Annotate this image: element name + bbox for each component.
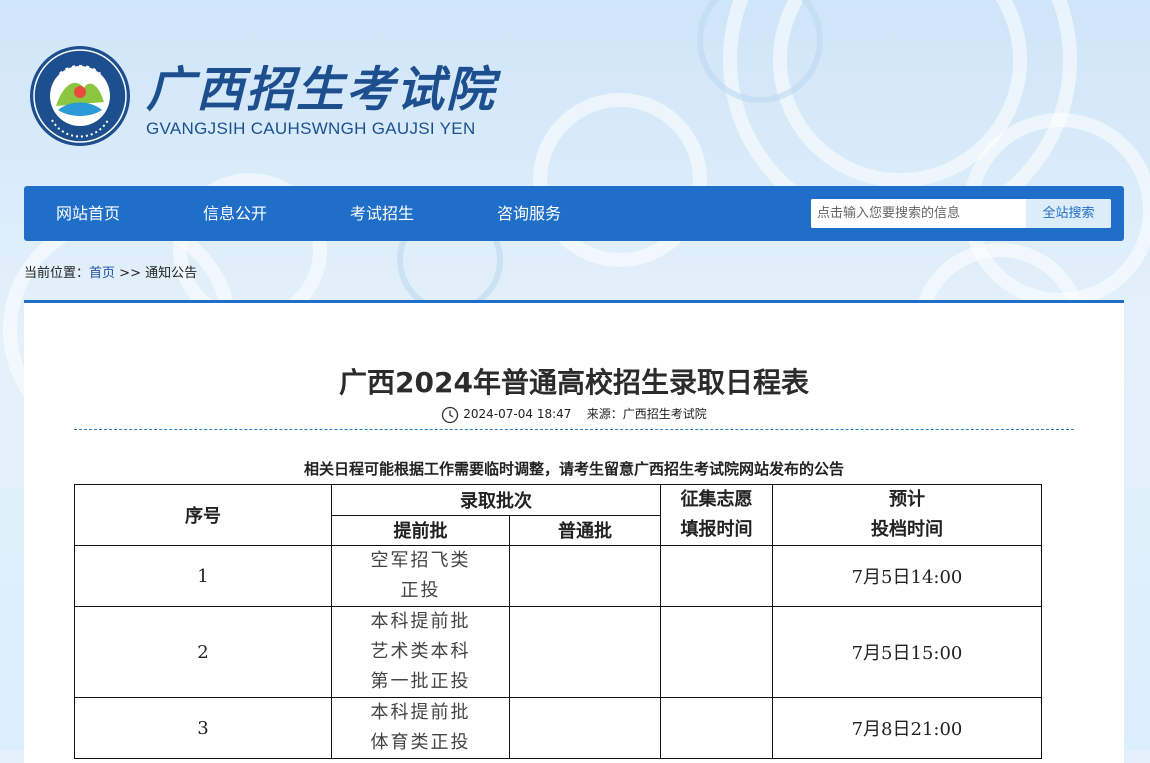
row-index: 1 [74,545,332,607]
admission-schedule-table: 序号 录取批次 征集志愿填报时间 预计投档时间 提前批 普通批 1 空军招飞类正… [74,484,1042,759]
header-index: 序号 [74,484,332,546]
search-button[interactable]: 全站搜索 [1026,199,1111,228]
main-nav: 网站首页 信息公开 考试招生 咨询服务 全站搜索 [24,186,1124,241]
breadcrumb-current: 通知公告 [145,266,198,281]
table-row: 1 空军招飞类正投 7月5日14:00 [74,545,1042,607]
row-solicit-time [660,606,773,698]
row-regular-batch [509,545,661,607]
row-solicit-time [660,545,773,607]
site-name-en: GVANGJSIH CAUHSWNGH GAUJSI YEN [146,119,476,138]
header-expected-time: 预计 投档时间 [772,484,1042,546]
row-regular-batch [509,697,661,759]
header-expected-line1: 预计 [889,489,925,510]
site-emblem-logo[interactable] [28,44,132,148]
header-solicit-line2: 填报时间 [680,519,753,540]
article-notice: 相关日程可能根据工作需要临时调整，请考生留意广西招生考试院网站发布的公告 [303,460,844,478]
header-regular-batch: 普通批 [509,514,661,546]
search-input[interactable] [811,199,1025,228]
article-panel: 广西2024年普通高校招生录取日程表 2024-07-04 18:47 来源：广… [24,300,1124,763]
table-row: 2 本科提前批艺术类本科第一批正投 7月5日15:00 [74,606,1042,698]
header-early-batch: 提前批 [331,514,510,546]
site-name-cn: 广西招生考试院 [146,62,497,118]
row-early-line: 本科提前批 [370,611,471,632]
title-divider [74,429,1074,430]
row-expected-time: 7月5日15:00 [772,606,1042,698]
header-solicit: 征集志愿 填报时间 [660,484,773,546]
nav-item-consulting[interactable]: 咨询服务 [497,186,561,241]
row-early-line: 空军招飞类 [370,550,471,571]
article-source: 来源：广西招生考试院 [586,407,707,421]
header-expected-line2: 投档时间 [871,519,943,540]
row-regular-batch [509,606,661,698]
nav-item-exams[interactable]: 考试招生 [350,186,414,241]
row-early-batch: 本科提前批艺术类本科第一批正投 [331,606,510,698]
row-early-line: 本科提前批 [370,702,471,723]
article-meta: 2024-07-04 18:47 来源：广西招生考试院 [24,405,1124,424]
row-solicit-time [660,697,773,759]
clock-icon [442,406,459,423]
row-expected-time: 7月8日21:00 [772,697,1042,759]
article-title: 广西2024年普通高校招生录取日程表 [339,366,809,399]
header-batch: 录取批次 [331,484,661,516]
row-index: 2 [74,606,332,698]
search-box: 全站搜索 [811,199,1111,228]
row-early-line: 体育类正投 [370,732,471,753]
row-expected-time: 7月5日14:00 [772,545,1042,607]
row-early-line: 正投 [400,580,441,601]
row-early-line: 第一批正投 [370,671,471,692]
nav-item-info-disclosure[interactable]: 信息公开 [203,186,267,241]
breadcrumb-prefix: 当前位置： [24,266,90,281]
row-index: 3 [74,697,332,759]
site-header: 广西招生考试院 GVANGJSIH CAUHSWNGH GAUJSI YEN [0,0,1150,186]
row-early-line: 艺术类本科 [370,641,471,662]
nav-item-home[interactable]: 网站首页 [56,186,120,241]
row-early-batch: 本科提前批体育类正投 [331,697,510,759]
breadcrumb-home-link[interactable]: 首页 [89,266,115,281]
header-solicit-line1: 征集志愿 [680,489,753,510]
breadcrumb-separator: >> [119,266,141,281]
article-datetime: 2024-07-04 18:47 [463,407,572,421]
breadcrumb: 当前位置：首页 >> 通知公告 [24,262,197,281]
row-early-batch: 空军招飞类 正投 [331,545,510,607]
table-row: 3 本科提前批体育类正投 7月8日21:00 [74,697,1042,759]
